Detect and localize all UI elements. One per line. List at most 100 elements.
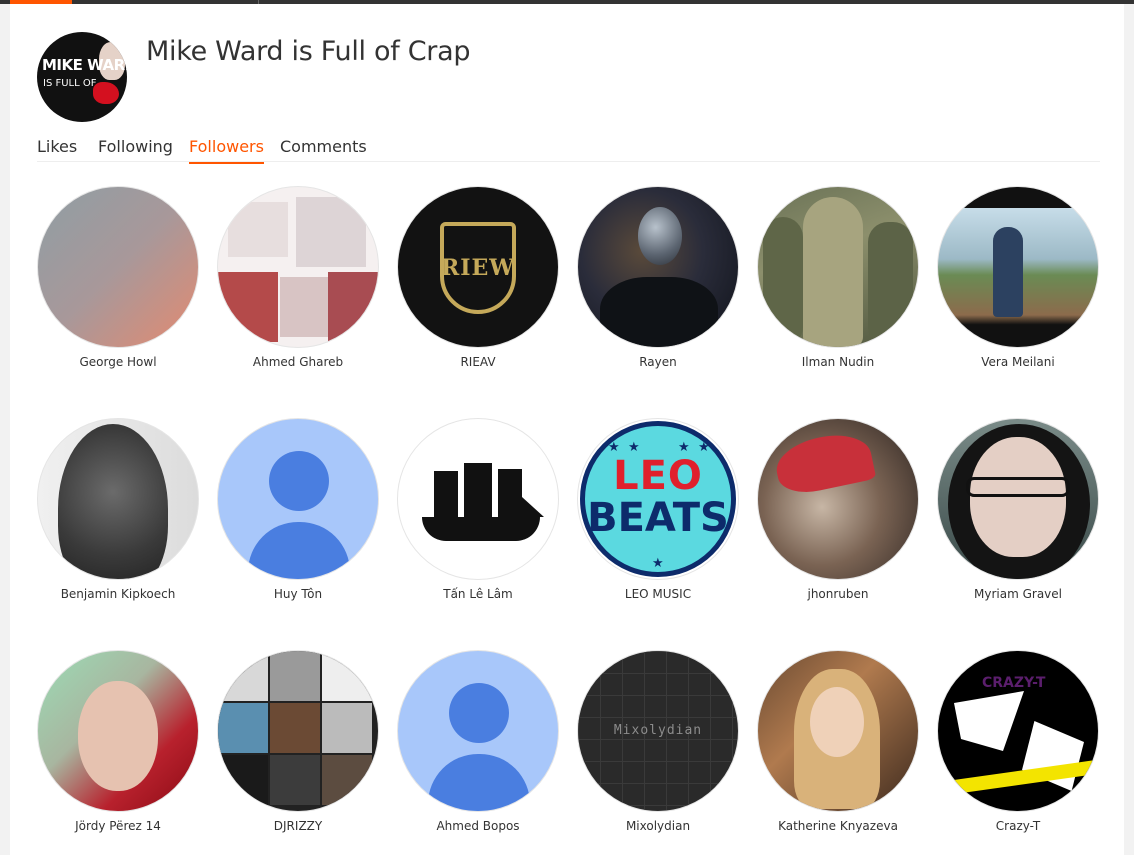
profile-avatar[interactable]: MIKE WARD IS FULL OF (37, 32, 127, 122)
follower-card[interactable]: Vera Meilani (937, 186, 1099, 369)
logo-text: CRAZY-T (982, 675, 1046, 691)
figure-body (600, 277, 718, 347)
ship-sail (434, 471, 458, 517)
main-panel: MIKE WARD IS FULL OF Mike Ward is Full o… (10, 4, 1124, 855)
follower-card[interactable]: DJRIZZY (217, 650, 379, 833)
photo-tile (228, 202, 288, 257)
follower-avatar[interactable]: CRAZY-T (937, 650, 1099, 812)
follower-avatar[interactable] (577, 186, 739, 348)
follower-card[interactable]: George Howl (37, 186, 199, 369)
avatar-body-shape (248, 522, 350, 579)
follower-card[interactable]: Rayen (577, 186, 739, 369)
follower-avatar[interactable]: ★ ★ ★ ★ ★ LEO BEATS (577, 418, 739, 580)
follower-avatar[interactable] (937, 186, 1099, 348)
shield-logo: RIEW (440, 222, 516, 314)
ship-sail (498, 469, 522, 517)
follower-card[interactable]: Ilman Nudin (757, 186, 919, 369)
figure-face (810, 687, 864, 757)
follower-avatar[interactable] (217, 650, 379, 812)
follower-name[interactable]: LEO MUSIC (577, 587, 739, 601)
star-icon: ★ (652, 555, 664, 570)
follower-avatar[interactable] (37, 650, 199, 812)
follower-name[interactable]: Huy Tôn (217, 587, 379, 601)
follower-avatar[interactable] (757, 186, 919, 348)
follower-name[interactable]: George Howl (37, 355, 199, 369)
follower-card[interactable]: Jördy Përez 14 (37, 650, 199, 833)
photo-tile (322, 703, 372, 753)
follower-avatar[interactable] (37, 186, 199, 348)
photo-tile (322, 755, 372, 805)
figure-shape (993, 227, 1023, 317)
figure-face (78, 681, 158, 791)
avatar-text-line2: IS FULL OF (43, 78, 97, 89)
follower-avatar[interactable]: RIEW (397, 186, 559, 348)
cap-shape (771, 427, 877, 499)
follower-avatar[interactable] (937, 418, 1099, 580)
default-avatar-icon[interactable] (397, 650, 559, 812)
logo-text: Mixolydian (613, 723, 703, 738)
avatar-red-mark (93, 82, 119, 104)
tab-comments[interactable]: Comments (280, 137, 367, 162)
follower-card[interactable]: CRAZY-T Crazy-T (937, 650, 1099, 833)
follower-card[interactable]: Katherine Knyazeva (757, 650, 919, 833)
graphic-shape (954, 691, 1024, 751)
tab-followers[interactable]: Followers (189, 137, 264, 164)
photo-tile (322, 651, 372, 701)
follower-card[interactable]: ★ ★ ★ ★ ★ LEO BEATS LEO MUSIC (577, 418, 739, 601)
default-avatar-icon[interactable] (217, 418, 379, 580)
follower-name[interactable]: Jördy Përez 14 (37, 819, 199, 833)
avatar-head-shape (269, 451, 329, 511)
follower-name[interactable]: Tấn Lê Lâm (397, 587, 559, 601)
follower-name[interactable]: Ahmed Ghareb (217, 355, 379, 369)
tab-likes[interactable]: Likes (37, 137, 77, 162)
follower-name[interactable]: Ahmed Bopos (397, 819, 559, 833)
follower-card[interactable]: Benjamin Kipkoech (37, 418, 199, 601)
follower-name[interactable]: Ilman Nudin (757, 355, 919, 369)
photo-tile (270, 703, 320, 753)
follower-card[interactable]: Ahmed Ghareb (217, 186, 379, 369)
follower-card[interactable]: Huy Tôn (217, 418, 379, 601)
figure-face (58, 424, 168, 579)
follower-card[interactable]: jhonruben (757, 418, 919, 601)
figure-head (638, 207, 682, 265)
figure-shape (803, 197, 863, 347)
ship-sail (464, 463, 492, 517)
glasses-shape (966, 477, 1070, 497)
follower-name[interactable]: Crazy-T (937, 819, 1099, 833)
figure-shape (763, 217, 803, 347)
logo-text-line1: LEO (613, 453, 703, 499)
follower-avatar[interactable]: Mixolydian (577, 650, 739, 812)
photo-tile (328, 272, 378, 347)
avatar-body-shape (428, 754, 530, 811)
follower-name[interactable]: jhonruben (757, 587, 919, 601)
follower-name[interactable]: Vera Meilani (937, 355, 1099, 369)
follower-card[interactable]: Tấn Lê Lâm (397, 418, 559, 601)
follower-name[interactable]: RIEAV (397, 355, 559, 369)
photo-tile (218, 755, 268, 805)
photo-tile (218, 703, 268, 753)
follower-avatar[interactable] (217, 186, 379, 348)
photo-tile (270, 755, 320, 805)
follower-avatar[interactable] (37, 418, 199, 580)
follower-name[interactable]: Rayen (577, 355, 739, 369)
tab-following[interactable]: Following (98, 137, 173, 162)
follower-name[interactable]: Benjamin Kipkoech (37, 587, 199, 601)
follower-avatar[interactable] (757, 650, 919, 812)
follower-name[interactable]: Mixolydian (577, 819, 739, 833)
logo-text-line2: BEATS (587, 495, 729, 541)
photo-tile (218, 272, 278, 342)
follower-card[interactable]: Ahmed Bopos (397, 650, 559, 833)
follower-avatar[interactable] (757, 418, 919, 580)
page-title: Mike Ward is Full of Crap (146, 36, 471, 67)
figure-shape (868, 222, 913, 347)
follower-card[interactable]: RIEW RIEAV (397, 186, 559, 369)
follower-card[interactable]: Mixolydian Mixolydian (577, 650, 739, 833)
avatar-head-shape (449, 683, 509, 743)
follower-name[interactable]: DJRIZZY (217, 819, 379, 833)
follower-avatar[interactable] (397, 418, 559, 580)
follower-card[interactable]: Myriam Gravel (937, 418, 1099, 601)
photo-tile (270, 651, 320, 701)
photo-tile (296, 197, 366, 267)
follower-name[interactable]: Myriam Gravel (937, 587, 1099, 601)
follower-name[interactable]: Katherine Knyazeva (757, 819, 919, 833)
